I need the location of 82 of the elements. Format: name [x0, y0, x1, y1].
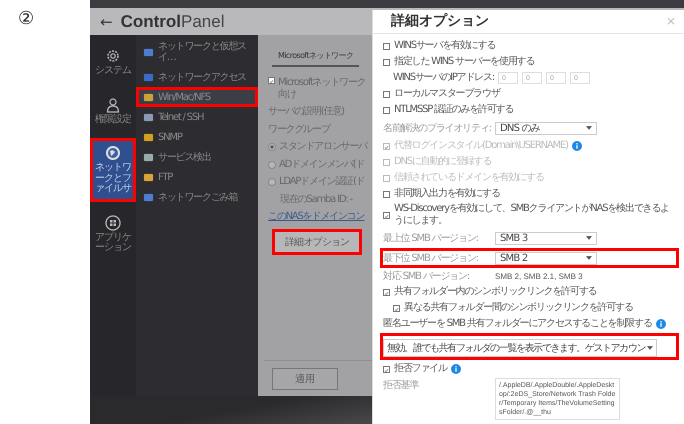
grid-icon: [105, 214, 121, 230]
field-label: WINSサーバのIPアドレス:: [393, 72, 494, 84]
advanced-options-button[interactable]: 詳細オプション: [272, 228, 362, 254]
caret-icon: [586, 236, 592, 240]
caret-icon: [586, 126, 592, 130]
nav-icon: [143, 46, 154, 58]
nav-icon: [143, 112, 154, 122]
option-label: 指定した WINS サーバーを使用する: [394, 56, 534, 68]
nav-icon: [143, 132, 154, 142]
sidebar-item[interactable]: ネットワークアクセス: [136, 67, 258, 87]
sidebar-item[interactable]: FTP: [136, 167, 258, 187]
checkbox[interactable]: [383, 366, 390, 372]
option-label: WS-Discoveryを有効にして、SMBクライアントがNASを検出できるようにします。: [394, 203, 670, 227]
option-label: 非同期入出力を有効にする: [394, 188, 500, 200]
option-label: Microsoftネットワーク向け: [278, 77, 367, 100]
field-label: 名前解決のプライオリティ:: [383, 122, 491, 135]
apply-button[interactable]: 適用: [272, 368, 338, 390]
sidebar-item[interactable]: 権限設定: [90, 90, 136, 132]
checkbox[interactable]: [383, 288, 390, 296]
radio-button[interactable]: [268, 178, 276, 186]
nav-icon: [143, 72, 154, 82]
nav-icon: [143, 92, 154, 102]
link[interactable]: このNASをドメインコン: [268, 211, 364, 222]
dropdown[interactable]: SMB 3: [495, 232, 597, 244]
radio-button[interactable]: [268, 160, 276, 168]
sidebar-item[interactable]: ネットワークごみ箱: [136, 187, 258, 207]
checkbox[interactable]: [393, 304, 400, 312]
nav-icon: [143, 152, 154, 162]
option-label: ローカルマスターブラウザ: [394, 88, 500, 100]
sidebar-item[interactable]: Telnet / SSH: [136, 107, 258, 127]
gear-icon: [105, 48, 121, 64]
globe-icon: [105, 145, 121, 161]
back-button[interactable]: ←: [100, 12, 113, 30]
option-label: DNSに自動的に登録する: [394, 156, 492, 168]
field-label: 対応 SMB バージョン:: [383, 270, 470, 283]
sidebar-item[interactable]: ネットワークとファイルサ: [90, 138, 136, 202]
field-label: 最下位 SMB バージョン:: [383, 252, 479, 265]
checkbox[interactable]: [383, 58, 390, 66]
step-number: ②: [18, 8, 34, 29]
sidebar-item[interactable]: ネットワークと仮想スイ…: [136, 37, 258, 67]
option-label: 代替ログインスタイル(Domain\USERNAME): [394, 140, 568, 152]
checkbox[interactable]: [268, 77, 275, 84]
field-label: 拒否基準: [383, 378, 420, 392]
field-label: 最上位 SMB バージョン:: [383, 232, 479, 245]
checkbox[interactable]: [383, 90, 390, 98]
sidebar-item[interactable]: システム: [90, 41, 136, 84]
status-text: 現在のSamba ID: -: [280, 194, 352, 205]
dropdown[interactable]: SMB 2: [495, 252, 597, 264]
option-label: 共有フォルダー内のシンボリックリンクを許可する: [394, 286, 596, 298]
nav-icon: [143, 172, 154, 182]
option-label: 拒否ファイル: [394, 363, 447, 375]
field-label: ワークグループ: [268, 124, 330, 135]
sidebar-item[interactable]: SNMP: [136, 127, 258, 147]
option-label: LDAPドメイン認証(ド: [279, 176, 364, 188]
field-label: サーバの説明(任意): [268, 106, 344, 118]
sidebar-item[interactable]: アプリケーション: [90, 208, 136, 260]
field-value: SMB 2, SMB 2.1, SMB 3: [495, 272, 583, 280]
checkbox[interactable]: [383, 190, 390, 198]
nav-icon: [143, 192, 154, 202]
caret-icon: [647, 346, 654, 350]
app-title: ControlPanel: [120, 12, 224, 32]
option-label: ADドメインメンバ(ド: [279, 158, 364, 170]
tab[interactable]: Microsoftネットワーク: [272, 50, 360, 67]
option-label: 異なる共有フォルダー間のシンボリックリンクを許可する: [404, 302, 633, 314]
option-label: NTLMSSP 認証のみを許可する: [394, 104, 514, 116]
person-icon: [105, 96, 121, 112]
dialog-title: 詳細オプション: [391, 12, 489, 30]
radio-button[interactable]: [268, 143, 276, 151]
dropdown[interactable]: DNS のみ: [495, 122, 597, 134]
dropdown[interactable]: 無効。誰でも共有フォルダの一覧を表示できます。ゲストアカウン: [383, 339, 658, 357]
checkbox[interactable]: [383, 212, 390, 218]
option-label: WINSサーバを有効にする: [394, 40, 496, 52]
sidebar-item[interactable]: Win/Mac/NFS: [136, 87, 258, 107]
info-icon[interactable]: [656, 319, 666, 329]
option-label: 匿名ユーザーを SMB 共有フォルダーにアクセスすることを制限する: [383, 318, 652, 330]
option-label: 信頼されているドメインを有効にする: [394, 172, 544, 184]
checkbox[interactable]: [383, 42, 390, 50]
info-icon[interactable]: [450, 364, 461, 374]
caret-icon: [586, 256, 592, 260]
option-label: スタンドアロンサーバ: [279, 141, 368, 152]
sidebar-item[interactable]: サービス検出: [136, 147, 258, 167]
checkbox[interactable]: [383, 106, 390, 114]
